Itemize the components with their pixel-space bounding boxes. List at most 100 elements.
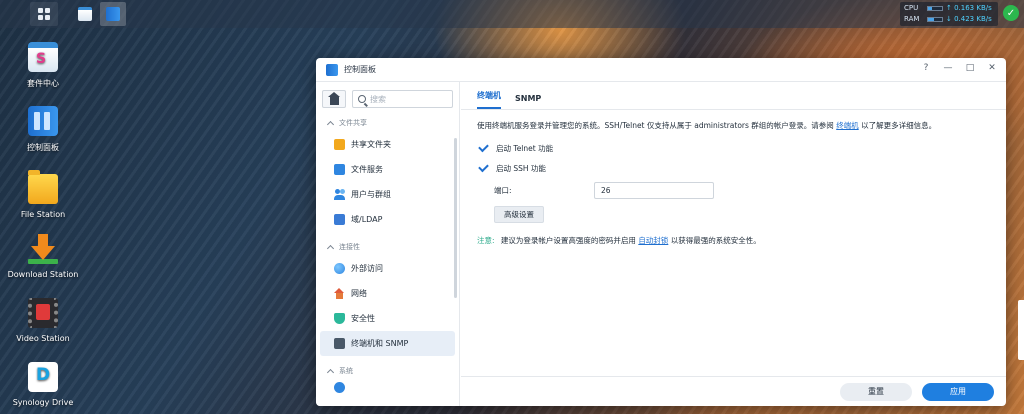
resource-monitor-widget[interactable]: CPU ↑ 0.163 KB/s RAM ↓ 0.423 KB/s [900, 2, 998, 26]
section-title: 连接性 [339, 243, 360, 251]
desktop-icon-package-center[interactable]: 套件中心 [0, 42, 86, 89]
note-text: 注意: 建议为登录帐户设置高强度的密码并启用 自动封锁 以获得最强的系统安全性。 [477, 235, 990, 247]
taskbar-package-center-button[interactable] [72, 2, 98, 26]
sidebar-item-label: 文件服务 [351, 165, 383, 174]
ram-label: RAM [904, 15, 920, 23]
desktop-icon-label: Video Station [16, 334, 70, 343]
sidebar-item-security[interactable]: 安全性 [320, 306, 455, 331]
maximize-button[interactable]: □ [964, 63, 976, 73]
main-menu-button[interactable] [30, 2, 58, 26]
tab-terminal[interactable]: 终端机 [477, 90, 501, 109]
section-title: 文件共享 [339, 119, 367, 127]
chevron-up-icon [326, 244, 335, 252]
desktop-icon-label: File Station [20, 210, 66, 219]
control-panel-icon [106, 7, 120, 21]
cpu-value: ↑ 0.163 KB/s [946, 4, 992, 12]
control-panel-window: 控制面板 ? — □ ✕ 搜索 文件共享 共享文件夹 文件服务 用户与群组 域/… [316, 58, 1006, 406]
port-input[interactable] [594, 181, 714, 199]
ssh-label: 启动 SSH 功能 [496, 163, 546, 173]
globe-icon [334, 263, 345, 274]
taskbar: CPU ↑ 0.163 KB/s RAM ↓ 0.423 KB/s ✓ [0, 0, 1024, 28]
auto-block-link[interactable]: 自动封锁 [638, 236, 668, 245]
window-title: 控制面板 [344, 65, 376, 74]
cpu-label: CPU [904, 4, 919, 12]
terminal-icon [334, 338, 345, 349]
sidebar-item-terminal-snmp[interactable]: 终端机和 SNMP [320, 331, 455, 356]
apply-button[interactable]: 应用 [922, 382, 994, 401]
window-footer: 重置 应用 [461, 376, 1006, 406]
minimize-button[interactable]: — [942, 63, 954, 73]
taskbar-control-panel-button[interactable] [100, 2, 126, 26]
checkmark-icon [478, 161, 489, 172]
sidebar-item-users-groups[interactable]: 用户与群组 [320, 182, 455, 207]
help-button[interactable]: ? [920, 63, 932, 73]
domain-ldap-icon [334, 214, 345, 225]
description-text: 使用终端机服务登录并管理您的系统。SSH/Telnet 仅支持从属于 admin… [477, 120, 990, 132]
info-center-icon [334, 381, 345, 393]
section-title: 系统 [339, 367, 353, 375]
advanced-settings-button[interactable]: 高级设置 [494, 206, 544, 223]
shared-folder-icon [334, 139, 345, 150]
desktop-icon-synology-drive[interactable]: Synology Drive [0, 362, 86, 407]
window-titlebar[interactable]: 控制面板 ? — □ ✕ [316, 58, 1006, 82]
desktop-icon-label: 控制面板 [27, 143, 59, 152]
sidebar-item-label: 共享文件夹 [351, 140, 391, 149]
search-icon [358, 95, 366, 103]
sidebar-item-shared-folder[interactable]: 共享文件夹 [320, 132, 455, 157]
video-station-icon [28, 298, 58, 328]
file-services-icon [334, 164, 345, 175]
tab-snmp[interactable]: SNMP [515, 94, 541, 109]
desktop-icon-label: Synology Drive [12, 398, 74, 407]
chevron-up-icon [326, 368, 335, 376]
desktop-icon-label: Download Station [7, 270, 79, 279]
telnet-checkbox[interactable]: 启动 Telnet 功能 [477, 138, 990, 158]
sidebar: 搜索 文件共享 共享文件夹 文件服务 用户与群组 域/LDAP 连接性 外部访问… [316, 82, 460, 406]
sidebar-item-label: 用户与群组 [351, 190, 391, 199]
sidebar-section-file-sharing[interactable]: 文件共享 [316, 114, 459, 132]
cpu-bar [927, 6, 943, 11]
note-suffix: 以获得最强的系统安全性。 [670, 236, 761, 245]
search-input[interactable]: 搜索 [352, 90, 453, 108]
desktop-icon-label: 套件中心 [27, 79, 59, 88]
control-panel-icon [28, 106, 58, 136]
file-station-icon [28, 170, 58, 204]
synology-drive-icon [28, 362, 58, 392]
users-icon [334, 189, 345, 200]
sidebar-item-file-services[interactable]: 文件服务 [320, 157, 455, 182]
grid-icon [38, 8, 50, 20]
control-panel-icon [326, 63, 338, 76]
note-prefix: 建议为登录帐户设置高强度的密码并启用 [500, 236, 636, 245]
sidebar-item-domain-ldap[interactable]: 域/LDAP [320, 207, 455, 232]
tab-bar: 终端机 SNMP [461, 82, 1006, 110]
search-placeholder: 搜索 [370, 94, 386, 104]
sidebar-item-partial[interactable] [320, 380, 455, 394]
desktop-icon-file-station[interactable]: File Station [0, 170, 86, 219]
package-center-icon [78, 7, 92, 21]
sidebar-section-system[interactable]: 系统 [316, 362, 459, 380]
description-prefix: 使用终端机服务登录并管理您的系统。SSH/Telnet 仅支持从属于 admin… [477, 121, 834, 130]
reset-button[interactable]: 重置 [840, 382, 912, 401]
home-icon [327, 91, 340, 105]
sidebar-scrollbar[interactable] [454, 138, 457, 298]
chevron-up-icon [326, 120, 335, 128]
sidebar-item-label: 网络 [351, 289, 367, 298]
terminal-help-link[interactable]: 终端机 [836, 121, 859, 130]
description-suffix: 以了解更多详细信息。 [861, 121, 937, 130]
home-button[interactable] [322, 90, 346, 108]
sidebar-item-external-access[interactable]: 外部访问 [320, 256, 455, 281]
sidebar-item-label: 终端机和 SNMP [351, 339, 409, 348]
main-content: 终端机 SNMP 使用终端机服务登录并管理您的系统。SSH/Telnet 仅支持… [461, 82, 1006, 406]
sidebar-item-network[interactable]: 网络 [320, 281, 455, 306]
desktop-icon-download-station[interactable]: Download Station [0, 234, 86, 279]
ram-bar [927, 17, 943, 22]
network-house-icon [334, 288, 345, 299]
telnet-label: 启动 Telnet 功能 [496, 143, 554, 153]
desktop-icon-control-panel[interactable]: 控制面板 [0, 106, 86, 153]
desktop-icon-video-station[interactable]: Video Station [0, 298, 86, 343]
close-button[interactable]: ✕ [986, 63, 998, 73]
ssh-checkbox[interactable]: 启动 SSH 功能 [477, 158, 990, 178]
sidebar-section-connectivity[interactable]: 连接性 [316, 238, 459, 256]
system-status-check-icon[interactable]: ✓ [1003, 5, 1019, 21]
background-window-edge [1018, 300, 1024, 360]
sidebar-item-label: 域/LDAP [351, 215, 383, 224]
